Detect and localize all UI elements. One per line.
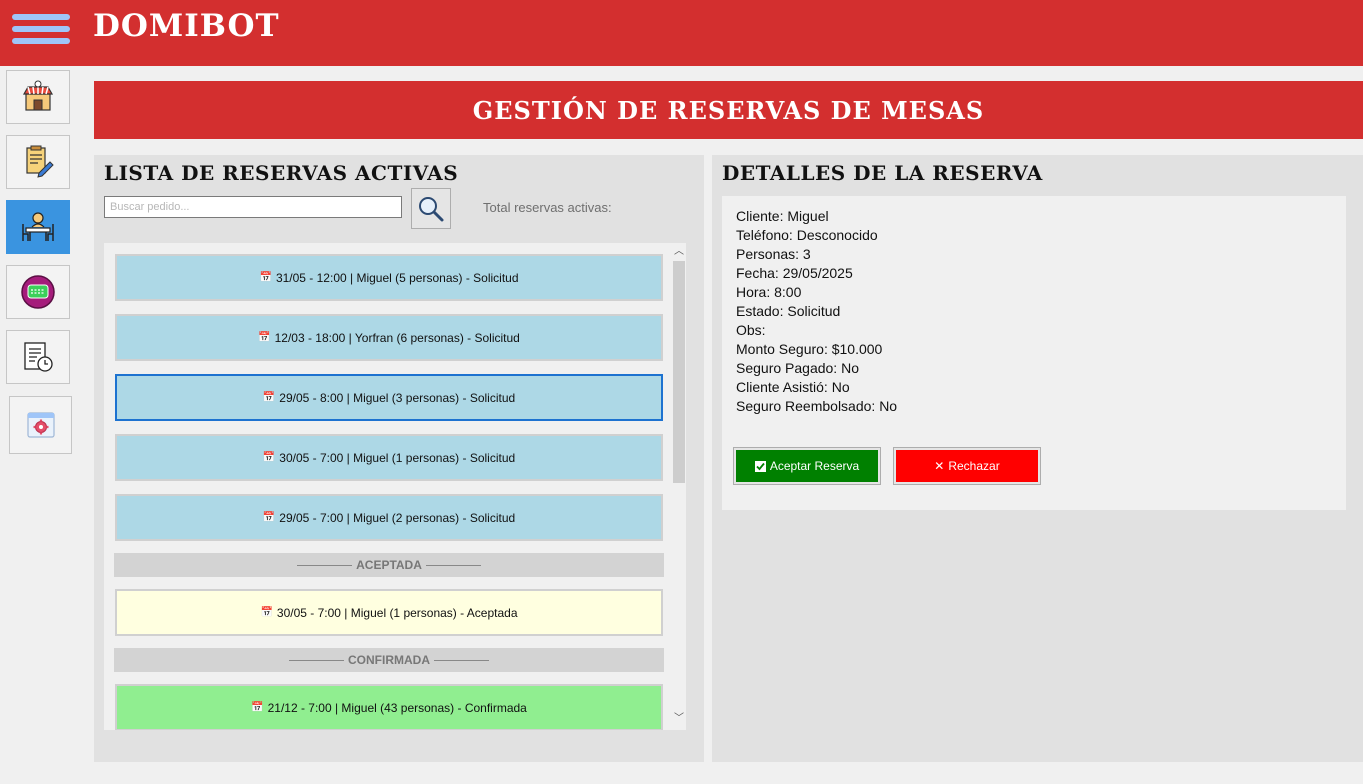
- calendar-icon: 📅: [259, 272, 272, 283]
- calendar-icon: 📅: [262, 452, 276, 463]
- scroll-thumb[interactable]: [673, 261, 685, 483]
- detail-seguro-reembolsado: Seguro Reembolsado: No: [736, 398, 898, 414]
- divider: [434, 659, 489, 661]
- sidebar-item-reservations[interactable]: [6, 200, 70, 254]
- calendar-icon: 📅: [262, 512, 276, 523]
- sidebar-item-chat[interactable]: [6, 265, 70, 319]
- reservation-item[interactable]: 📅 30/05 - 7:00 | Miguel (1 personas) - S…: [115, 434, 663, 481]
- reservation-item[interactable]: 📅 21/12 - 7:00 | Miguel (43 personas) - …: [115, 684, 663, 730]
- settings-icon: [26, 412, 55, 438]
- reservation-item[interactable]: 📅 30/05 - 7:00 | Miguel (1 personas) - A…: [115, 589, 663, 636]
- detail-fecha: Fecha: 29/05/2025: [736, 265, 853, 281]
- group-label: CONFIRMADA: [348, 653, 430, 667]
- calendar-icon: 📅: [262, 392, 276, 403]
- details-title: DETALLES DE LA RESERVA: [722, 161, 1043, 185]
- reject-button-face: ✕ Rechazar: [896, 450, 1038, 482]
- detail-cliente: Cliente: Miguel: [736, 208, 829, 224]
- detail-monto-seguro: Monto Seguro: $10.000: [736, 341, 883, 357]
- reservation-text: 29/05 - 8:00 | Miguel (3 personas) - Sol…: [279, 390, 516, 405]
- scroll-up-icon[interactable]: ︿: [672, 245, 686, 259]
- group-label: ACEPTADA: [356, 558, 422, 572]
- close-icon: ✕: [934, 459, 945, 473]
- reservation-text: 12/03 - 18:00 | Yorfran (6 personas) - S…: [274, 330, 520, 345]
- reservation-item-selected[interactable]: 📅 29/05 - 8:00 | Miguel (3 personas) - S…: [115, 374, 663, 421]
- detail-personas: Personas: 3: [736, 246, 811, 262]
- list-title: LISTA DE RESERVAS ACTIVAS: [104, 161, 459, 185]
- reservation-item[interactable]: 📅 12/03 - 18:00 | Yorfran (6 personas) -…: [115, 314, 663, 361]
- app-brand: DOMIBOT: [93, 8, 280, 44]
- group-header-aceptada: ACEPTADA: [114, 553, 664, 577]
- sidebar-item-orders[interactable]: [6, 135, 70, 189]
- table-reservation-icon: [22, 212, 54, 241]
- search-button[interactable]: [411, 188, 451, 229]
- sidebar-item-settings[interactable]: [9, 396, 72, 454]
- search-icon: [419, 196, 444, 221]
- list-scrollbar[interactable]: ︿ ﹀: [672, 243, 686, 730]
- detail-hora: Hora: 8:00: [736, 284, 802, 300]
- calendar-icon: 📅: [260, 607, 273, 618]
- accept-button-face: Aceptar Reserva: [736, 450, 878, 482]
- reservation-text: 21/12 - 7:00 | Miguel (43 personas) - Co…: [267, 700, 527, 715]
- hamburger-menu-icon[interactable]: [12, 14, 70, 52]
- detail-seguro-pagado: Seguro Pagado: No: [736, 360, 859, 376]
- divider: [289, 659, 344, 661]
- sidebar-item-restaurant[interactable]: [6, 70, 70, 124]
- detail-telefono: Teléfono: Desconocido: [736, 227, 878, 243]
- search-input[interactable]: [104, 196, 402, 218]
- reject-label: Rechazar: [948, 459, 1000, 473]
- sidebar-item-reports[interactable]: [6, 330, 70, 384]
- detail-obs: Obs:: [736, 322, 766, 338]
- divider: [297, 564, 353, 566]
- divider: [425, 564, 481, 566]
- detail-cliente-asistio: Cliente Asistió: No: [736, 379, 850, 395]
- restaurant-icon: [22, 80, 54, 111]
- report-history-icon: [24, 342, 53, 372]
- reject-reservation-button[interactable]: ✕ Rechazar: [893, 447, 1041, 485]
- calendar-icon: 📅: [258, 332, 271, 343]
- checkbox-icon: [754, 460, 766, 472]
- page-title: GESTIÓN DE RESERVAS DE MESAS: [94, 81, 1363, 139]
- reservation-text: 30/05 - 7:00 | Miguel (1 personas) - Sol…: [279, 450, 516, 465]
- reservation-text: 31/05 - 12:00 | Miguel (5 personas) - So…: [275, 270, 519, 285]
- app-header: DOMIBOT: [0, 0, 1363, 66]
- reservation-text: 30/05 - 7:00 | Miguel (1 personas) - Ace…: [276, 605, 518, 620]
- group-header-confirmada: CONFIRMADA: [114, 648, 664, 672]
- accept-label: Aceptar Reserva: [769, 459, 860, 473]
- calendar-icon: 📅: [251, 702, 264, 713]
- reservation-item[interactable]: 📅 31/05 - 12:00 | Miguel (5 personas) - …: [115, 254, 663, 301]
- scroll-down-icon[interactable]: ﹀: [672, 712, 686, 726]
- sidebar: [0, 66, 72, 784]
- reservation-item[interactable]: 📅 29/05 - 7:00 | Miguel (2 personas) - S…: [115, 494, 663, 541]
- order-edit-icon: [26, 145, 54, 178]
- accept-reservation-button[interactable]: Aceptar Reserva: [733, 447, 881, 485]
- reservation-text: 29/05 - 7:00 | Miguel (2 personas) - Sol…: [279, 510, 516, 525]
- detail-estado: Estado: Solicitud: [736, 303, 841, 319]
- reservations-list[interactable]: 📅 31/05 - 12:00 | Miguel (5 personas) - …: [104, 243, 686, 730]
- total-reservations-label: Total reservas activas:: [483, 200, 612, 215]
- chat-icon: [21, 275, 55, 309]
